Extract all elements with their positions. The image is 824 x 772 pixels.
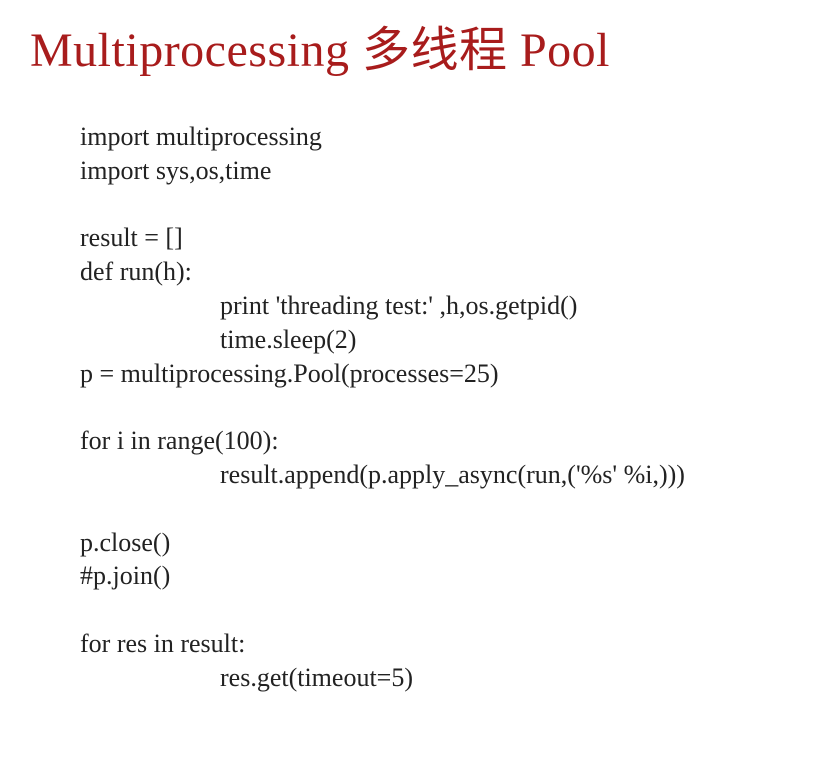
code-line: import sys,os,time [80, 154, 824, 188]
code-blank [80, 390, 824, 424]
code-line: def run(h): [80, 255, 824, 289]
code-line: #p.join() [80, 559, 824, 593]
code-line: time.sleep(2) [80, 323, 824, 357]
code-line: for i in range(100): [80, 424, 824, 458]
code-blank [80, 492, 824, 526]
code-line: import multiprocessing [80, 120, 824, 154]
code-blank [80, 593, 824, 627]
code-block: import multiprocessing import sys,os,tim… [0, 100, 824, 695]
code-line: res.get(timeout=5) [80, 661, 824, 695]
code-line: print 'threading test:' ,h,os.getpid() [80, 289, 824, 323]
code-line: p = multiprocessing.Pool(processes=25) [80, 357, 824, 391]
slide-title: Multiprocessing 多线程 Pool [0, 0, 824, 100]
code-blank [80, 188, 824, 222]
code-line: for res in result: [80, 627, 824, 661]
code-line: p.close() [80, 526, 824, 560]
code-line: result.append(p.apply_async(run,('%s' %i… [80, 458, 824, 492]
code-line: result = [] [80, 221, 824, 255]
